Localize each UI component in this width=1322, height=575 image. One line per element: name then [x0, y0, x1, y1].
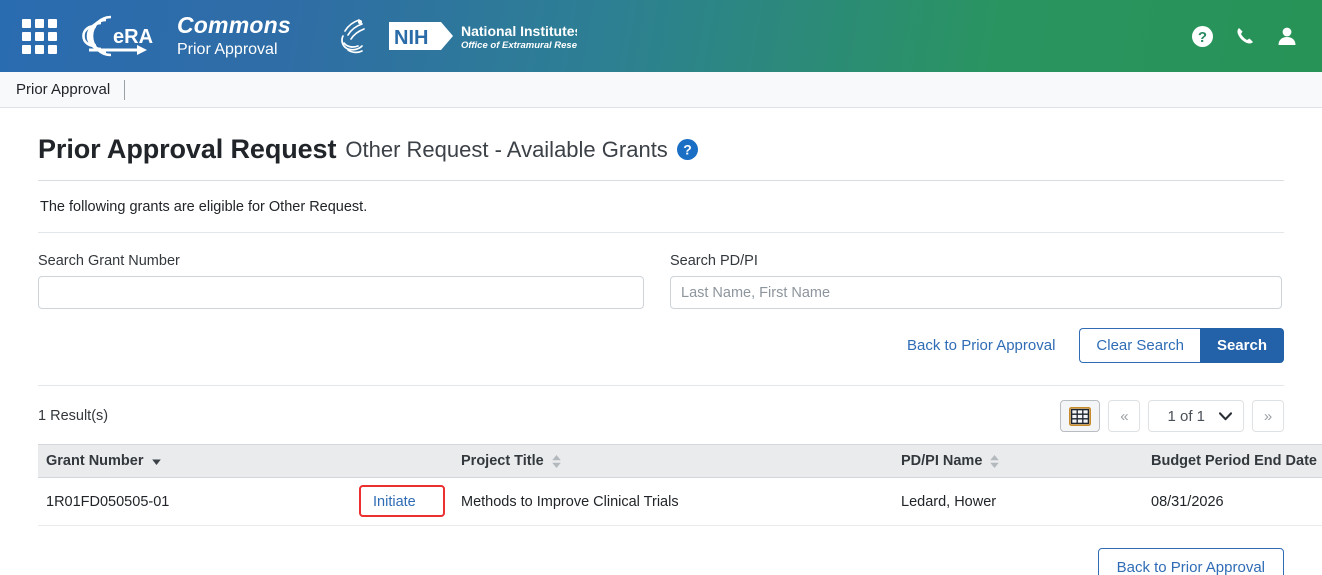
phone-icon[interactable]: [1234, 25, 1256, 47]
user-account-icon[interactable]: [1276, 25, 1298, 47]
clear-search-button[interactable]: Clear Search: [1079, 328, 1200, 363]
results-bar: 1 Result(s) « 1 of 1 »: [38, 386, 1284, 444]
sort-desc-icon: [151, 459, 161, 465]
back-to-prior-approval-button[interactable]: Back to Prior Approval: [1097, 548, 1284, 575]
column-label: Grant Number: [46, 453, 144, 469]
commons-subtitle: Prior Approval: [177, 40, 278, 58]
chevron-down-icon: [1219, 411, 1232, 420]
table-grid-icon[interactable]: [1060, 400, 1101, 432]
column-label: Budget Period End Date: [1151, 453, 1317, 469]
back-to-prior-approval-link[interactable]: Back to Prior Approval: [907, 337, 1055, 354]
table-head: Grant Number Project Title PD/PI Name Bu…: [38, 444, 1322, 478]
commons-branding: Commons Prior Approval: [177, 12, 291, 59]
search-pdpi-field: Search PD/PI: [670, 253, 1282, 309]
cell-budget-period-end-date: 08/31/2026: [1143, 477, 1322, 526]
nih-line1: National Institutes of Health: [461, 23, 577, 39]
nih-logo: NIH National Institutes of Health Office…: [388, 22, 577, 51]
page-subtitle: Other Request - Available Grants: [345, 136, 668, 162]
search-grant-number-input[interactable]: [38, 276, 644, 309]
pagination-page-select[interactable]: 1 of 1: [1148, 400, 1244, 432]
grid-cell: [48, 44, 57, 54]
pagination-prev-button[interactable]: «: [1108, 400, 1141, 432]
column-header-grant-number[interactable]: Grant Number: [38, 444, 393, 478]
search-pdpi-label: Search PD/PI: [670, 253, 758, 269]
svg-text:?: ?: [1198, 29, 1207, 46]
commons-title: Commons: [177, 12, 291, 39]
grid-cell: [22, 31, 31, 41]
cell-project-title: Methods to Improve Clinical Trials: [453, 477, 893, 526]
initiate-action-wrapper: Initiate: [359, 484, 445, 517]
search-button[interactable]: Search: [1199, 328, 1284, 363]
table-body: 1R01FD050505-01 Initiate Methods to Impr…: [38, 477, 1322, 526]
grid-cell: [48, 31, 57, 41]
search-actions: Back to Prior Approval Clear Search Sear…: [38, 309, 1284, 386]
grid-cell: [48, 18, 57, 28]
results-count: 1 Result(s): [38, 408, 109, 424]
grid-cell: [22, 44, 31, 54]
page-title: Prior Approval Request: [38, 134, 337, 164]
cell-action: Initiate: [359, 477, 453, 526]
breadcrumb: Prior Approval: [0, 72, 1322, 108]
available-grants-table: Grant Number Project Title PD/PI Name Bu…: [38, 444, 1322, 526]
search-form: Search Grant Number Search PD/PI: [38, 233, 1284, 309]
sort-both-icon: [551, 454, 561, 468]
hhs-eagle-icon: [341, 19, 365, 54]
help-icon[interactable]: ?: [1191, 25, 1214, 48]
nih-wordmark: NIH: [394, 27, 428, 49]
search-button-group: Clear Search Search: [1079, 328, 1284, 363]
era-logo-text: eRA: [113, 26, 153, 48]
column-label: Project Title: [461, 453, 544, 469]
masthead: eRA Commons Prior Approval NIH National …: [0, 0, 1322, 72]
pagination-next-button[interactable]: »: [1252, 400, 1284, 432]
table-row: 1R01FD050505-01 Initiate Methods to Impr…: [38, 477, 1322, 526]
page-content: Prior Approval Request Other Request - A…: [0, 108, 1322, 575]
page-title-row: Prior Approval Request Other Request - A…: [38, 108, 1284, 181]
column-label: PD/PI Name: [901, 453, 983, 469]
footer-actions: Back to Prior Approval: [38, 526, 1284, 575]
help-circle-icon[interactable]: ?: [676, 139, 698, 160]
table-header-row: Grant Number Project Title PD/PI Name Bu…: [38, 444, 1322, 478]
era-commons-logo[interactable]: eRA: [77, 11, 155, 61]
grid-cell: [35, 44, 44, 54]
pagination-controls: « 1 of 1 »: [1060, 400, 1284, 432]
cell-grant-number: 1R01FD050505-01: [38, 477, 393, 526]
column-header-budget-period-end-date[interactable]: Budget Period End Date: [1143, 444, 1322, 478]
column-header-action: [393, 444, 453, 478]
breadcrumb-item-prior-approval[interactable]: Prior Approval: [16, 79, 126, 100]
grid-cell: [35, 31, 44, 41]
column-header-pdpi-name[interactable]: PD/PI Name: [893, 444, 1143, 478]
column-header-project-title[interactable]: Project Title: [453, 444, 893, 478]
svg-text:?: ?: [683, 142, 692, 158]
search-grant-number-field: Search Grant Number: [38, 253, 644, 309]
masthead-actions: ?: [1191, 25, 1298, 48]
grid-cell: [35, 18, 44, 28]
search-pdpi-input[interactable]: [670, 276, 1282, 309]
app-launcher-grid-icon[interactable]: [22, 18, 57, 54]
pagination-page-label: 1 of 1: [1167, 407, 1205, 425]
eligibility-note: The following grants are eligible for Ot…: [38, 181, 1284, 233]
cell-pdpi-name: Ledard, Hower: [893, 477, 1143, 526]
sort-both-icon: [990, 454, 1000, 468]
search-grant-number-label: Search Grant Number: [38, 253, 180, 269]
nih-line2: Office of Extramural Research: [461, 40, 577, 51]
grid-cell: [22, 18, 31, 28]
initiate-link[interactable]: Initiate: [361, 488, 428, 516]
